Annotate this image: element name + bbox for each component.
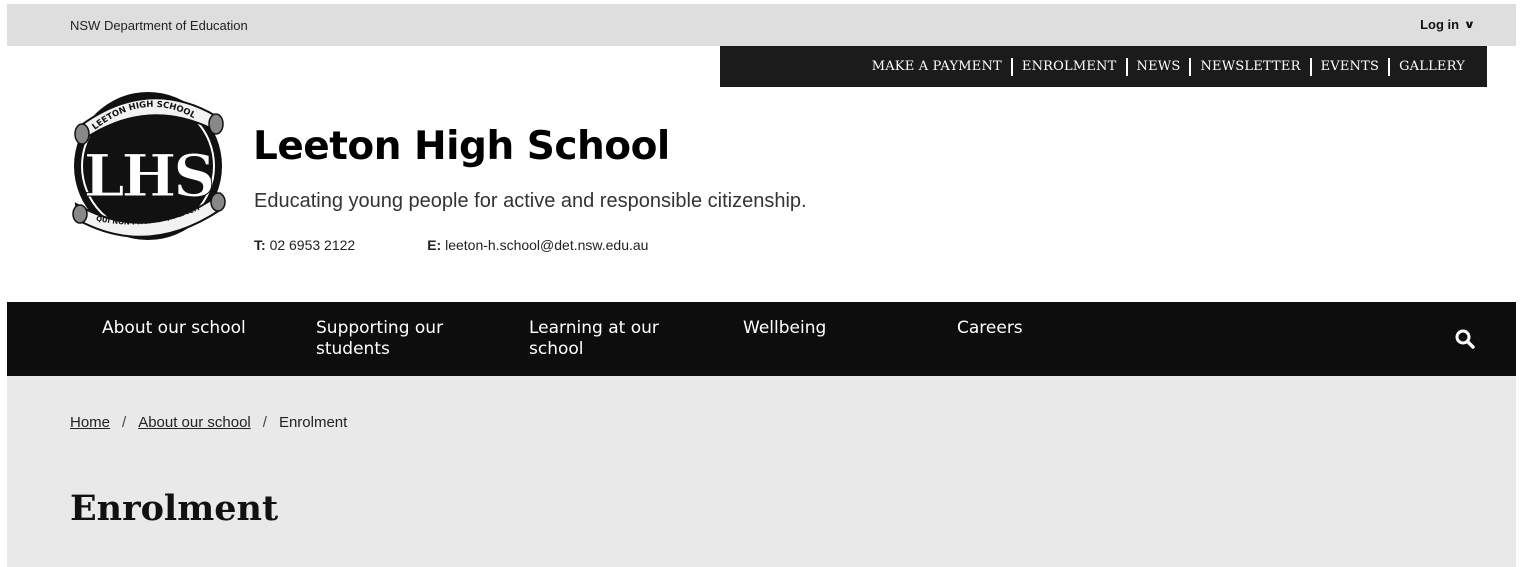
school-crest-icon: LEETON HIGH SCHOOL LHS QUI NON PROFICIT,… — [72, 92, 226, 240]
department-name: NSW Department of Education — [70, 18, 248, 33]
email-contact[interactable]: E: leeton-h.school@det.nsw.edu.au — [427, 237, 648, 253]
breadcrumb-separator: / — [122, 414, 127, 431]
content-header: Home / About our school / Enrolment Enro… — [7, 376, 1516, 567]
main-navigation: About our school Supporting our students… — [7, 302, 1516, 376]
login-label: Log in — [1420, 17, 1460, 32]
chevron-down-icon: ∨ — [1463, 19, 1476, 31]
phone-contact[interactable]: T: 02 6953 2122 — [254, 237, 355, 253]
nav-item-label: Careers — [957, 318, 1023, 338]
divider — [1388, 57, 1391, 76]
search-icon — [1455, 329, 1475, 349]
quick-link-news[interactable]: NEWS — [1129, 59, 1189, 74]
logo-monogram: LHS — [84, 142, 213, 210]
nav-item-wellbeing[interactable]: Wellbeing — [743, 318, 826, 339]
divider — [1189, 57, 1192, 76]
nav-item-label: Wellbeing — [743, 318, 827, 338]
login-button[interactable]: Log in ∨ — [1420, 17, 1476, 32]
divider — [1125, 57, 1128, 76]
nav-item-label: Learning at our — [529, 318, 659, 338]
page: NSW Department of Education Log in ∨ MAK… — [0, 0, 1523, 567]
email-address: leeton-h.school@det.nsw.edu.au — [445, 237, 649, 253]
nav-item-careers[interactable]: Careers — [957, 318, 1023, 339]
divider — [1309, 57, 1312, 76]
utility-bar: NSW Department of Education Log in ∨ — [7, 4, 1516, 46]
nav-item-learning-at-our-school[interactable]: Learning at our school — [529, 318, 659, 360]
nav-item-label: About our school — [102, 318, 246, 338]
quick-link-newsletter[interactable]: NEWSLETTER — [1192, 59, 1308, 74]
nav-item-supporting-our-students[interactable]: Supporting our students — [316, 318, 443, 360]
quick-link-enrolment[interactable]: ENROLMENT — [1014, 59, 1125, 74]
contact-details: T: 02 6953 2122 E: leeton-h.school@det.n… — [254, 237, 648, 253]
divider — [1010, 57, 1013, 76]
quick-links-bar: MAKE A PAYMENT ENROLMENT NEWS NEWSLETTER… — [720, 46, 1487, 87]
school-tagline: Educating young people for active and re… — [254, 190, 807, 212]
nav-item-label: Supporting our — [316, 318, 444, 338]
nav-item-label: students — [316, 339, 390, 359]
school-logo[interactable]: LEETON HIGH SCHOOL LHS QUI NON PROFICIT,… — [70, 86, 226, 242]
page-title: Enrolment — [70, 488, 279, 529]
breadcrumb: Home / About our school / Enrolment — [70, 414, 347, 431]
phone-label: T: — [254, 237, 266, 253]
breadcrumb-about-our-school[interactable]: About our school — [138, 414, 251, 431]
quick-link-make-a-payment[interactable]: MAKE A PAYMENT — [864, 59, 1010, 74]
breadcrumb-separator: / — [262, 414, 267, 431]
breadcrumb-home[interactable]: Home — [70, 414, 110, 431]
nav-item-about-our-school[interactable]: About our school — [102, 318, 246, 339]
quick-link-gallery[interactable]: GALLERY — [1391, 59, 1473, 74]
breadcrumb-current: Enrolment — [278, 414, 348, 431]
phone-number: 02 6953 2122 — [269, 237, 356, 253]
search-button[interactable] — [1454, 328, 1476, 350]
quick-link-events[interactable]: EVENTS — [1313, 59, 1388, 74]
email-label: E: — [427, 237, 442, 253]
school-name[interactable]: Leeton High School — [253, 124, 670, 169]
nav-item-label: school — [529, 339, 584, 359]
